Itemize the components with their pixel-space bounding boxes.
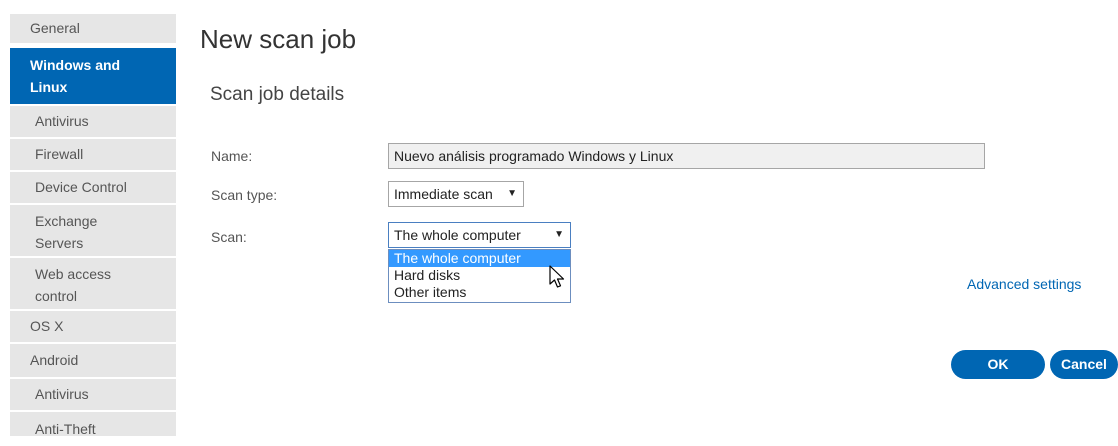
mouse-pointer-icon — [549, 265, 565, 288]
sidebar-item-android-antivirus[interactable]: Antivirus — [10, 379, 176, 411]
sidebar-item-general[interactable]: General — [10, 14, 176, 44]
scan-value: The whole computer — [394, 227, 521, 243]
scan-label: Scan: — [211, 229, 247, 245]
sidebar-item-android[interactable]: Android — [10, 344, 176, 378]
sidebar-item-label: OS X — [30, 318, 64, 334]
section-title: Scan job details — [210, 84, 345, 105]
scan-type-value: Immediate scan — [394, 186, 493, 202]
sidebar-item-antivirus[interactable]: Antivirus — [10, 106, 176, 138]
name-label: Name: — [211, 148, 253, 164]
advanced-settings-link[interactable]: Advanced settings — [967, 276, 1081, 292]
sidebar-item-label: Antivirus — [35, 113, 89, 129]
cancel-button[interactable]: Cancel — [1050, 350, 1118, 379]
chevron-down-icon: ▼ — [507, 188, 517, 199]
sidebar-item-web-access-control[interactable]: Web access control — [10, 258, 176, 310]
sidebar-item-windows-linux[interactable]: Windows and Linux — [10, 48, 176, 105]
sidebar-item-device-control[interactable]: Device Control — [10, 172, 176, 204]
name-field[interactable]: Nuevo análisis programado Windows y Linu… — [388, 143, 985, 169]
sidebar-item-label: General — [30, 20, 80, 36]
scan-type-label: Scan type: — [211, 187, 278, 203]
page-title: New scan job — [200, 24, 357, 54]
sidebar-item-label: Android — [30, 352, 79, 368]
sidebar-item-os-x[interactable]: OS X — [10, 311, 176, 343]
chevron-down-icon: ▼ — [554, 229, 564, 240]
sidebar-item-label: Antivirus — [35, 386, 89, 402]
sidebar-item-exchange-servers[interactable]: Exchange Servers — [10, 205, 176, 257]
dropdown-option-hard-disks[interactable]: Hard disks — [389, 267, 570, 284]
sidebar-item-label: Firewall — [35, 146, 84, 162]
sidebar-item-anti-theft[interactable]: Anti-Theft — [10, 412, 176, 437]
dropdown-option-other-items[interactable]: Other items — [389, 284, 570, 301]
scan-dropdown-list: The whole computer Hard disks Other item… — [388, 249, 571, 303]
ok-button[interactable]: OK — [951, 350, 1045, 379]
scan-type-select[interactable]: Immediate scan ▼ — [388, 181, 524, 207]
sidebar-item-label: Web access control — [35, 266, 111, 304]
sidebar-item-label: Exchange Servers — [35, 213, 98, 251]
sidebar-item-firewall[interactable]: Firewall — [10, 139, 176, 171]
sidebar: General Windows and Linux Antivirus Fire… — [0, 0, 176, 437]
sidebar-item-label: Anti-Theft — [35, 421, 96, 437]
dropdown-option-whole-computer[interactable]: The whole computer — [389, 250, 570, 267]
sidebar-item-label: Device Control — [35, 179, 127, 195]
scan-select[interactable]: The whole computer ▼ — [388, 222, 571, 248]
sidebar-item-label: Windows and Linux — [30, 57, 121, 95]
